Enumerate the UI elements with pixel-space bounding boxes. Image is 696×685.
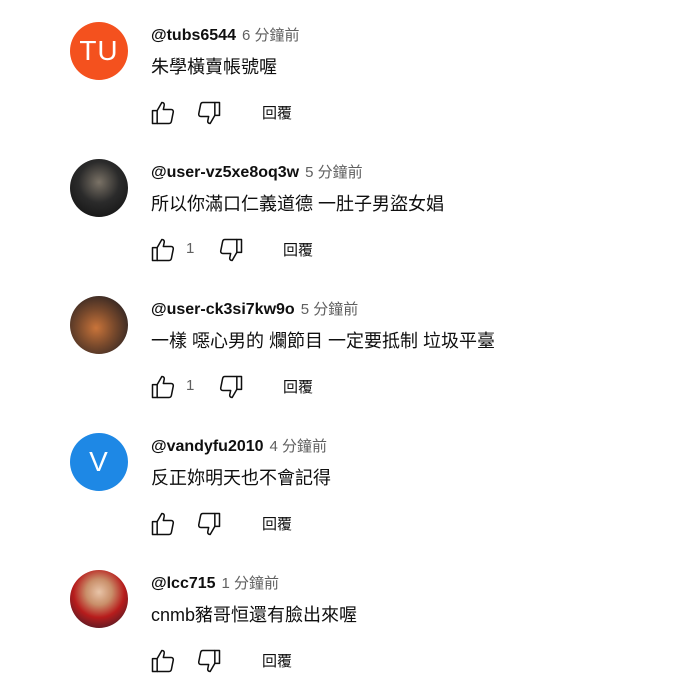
comment-text: cnmb豬哥恒還有臉出來喔 — [151, 605, 358, 625]
like-button[interactable] — [148, 646, 178, 676]
thumbs-down-icon — [197, 101, 221, 125]
comment-item: TU @tubs6544 6 分鐘前 朱學橫賣帳號喔 回覆 — [0, 0, 696, 137]
comment-item: V @vandyfu2010 4 分鐘前 反正妳明天也不會記得 回覆 — [0, 411, 696, 548]
avatar[interactable] — [70, 159, 128, 217]
avatar[interactable] — [70, 570, 128, 628]
reply-button[interactable]: 回覆 — [262, 650, 292, 671]
comment-actions: 回覆 — [148, 509, 548, 539]
comment-header: @user-ck3si7kw9o 5 分鐘前 — [151, 298, 358, 319]
comment-actions: 回覆 — [148, 98, 548, 128]
comment-header: @vandyfu2010 4 分鐘前 — [151, 435, 327, 456]
reply-button[interactable]: 回覆 — [283, 376, 313, 397]
thumbs-up-icon — [151, 101, 175, 125]
comment-time[interactable]: 5 分鐘前 — [301, 301, 359, 318]
comment-header: @tubs6544 6 分鐘前 — [151, 24, 299, 45]
comment-time[interactable]: 5 分鐘前 — [305, 164, 363, 181]
comment-item: @user-vz5xe8oq3w 5 分鐘前 所以你滿口仁義道德 一肚子男盜女娼 … — [0, 137, 696, 274]
thumbs-down-icon — [197, 512, 221, 536]
reply-button[interactable]: 回覆 — [283, 239, 313, 260]
avatar[interactable] — [70, 296, 128, 354]
comment-text: 所以你滿口仁義道德 一肚子男盜女娼 — [151, 194, 444, 214]
avatar[interactable]: V — [70, 433, 128, 491]
comment-actions: 1 回覆 — [148, 235, 548, 265]
like-button[interactable] — [148, 509, 178, 539]
dislike-button[interactable] — [194, 646, 224, 676]
comment-author[interactable]: @tubs6544 — [151, 27, 236, 44]
comment-item: @user-ck3si7kw9o 5 分鐘前 一樣 噁心男的 爛節目 一定要抵制 … — [0, 274, 696, 411]
like-count: 1 — [186, 240, 195, 257]
thumbs-up-icon — [151, 512, 175, 536]
comment-actions: 回覆 — [148, 646, 548, 676]
like-button[interactable] — [148, 372, 178, 402]
comment-text: 朱學橫賣帳號喔 — [151, 57, 277, 77]
like-button[interactable] — [148, 235, 178, 265]
reply-button[interactable]: 回覆 — [262, 513, 292, 534]
dislike-button[interactable] — [194, 509, 224, 539]
thumbs-up-icon — [151, 375, 175, 399]
dislike-button[interactable] — [216, 235, 246, 265]
avatar[interactable]: TU — [70, 22, 128, 80]
like-count: 1 — [186, 377, 195, 394]
comment-header: @lcc715 1 分鐘前 — [151, 572, 279, 593]
comment-author[interactable]: @lcc715 — [151, 575, 216, 592]
like-button[interactable] — [148, 98, 178, 128]
comment-time[interactable]: 1 分鐘前 — [222, 575, 280, 592]
comment-time[interactable]: 6 分鐘前 — [242, 27, 300, 44]
comment-author[interactable]: @user-ck3si7kw9o — [151, 301, 295, 318]
avatar-initials: TU — [79, 35, 119, 66]
comment-author[interactable]: @vandyfu2010 — [151, 438, 264, 455]
dislike-button[interactable] — [194, 98, 224, 128]
dislike-button[interactable] — [216, 372, 246, 402]
thumbs-up-icon — [151, 649, 175, 673]
thumbs-down-icon — [219, 375, 243, 399]
comment-text: 一樣 噁心男的 爛節目 一定要抵制 垃圾平臺 — [151, 331, 496, 351]
reply-button[interactable]: 回覆 — [262, 102, 292, 123]
thumbs-up-icon — [151, 238, 175, 262]
comment-author[interactable]: @user-vz5xe8oq3w — [151, 164, 299, 181]
thumbs-down-icon — [219, 238, 243, 262]
comment-header: @user-vz5xe8oq3w 5 分鐘前 — [151, 161, 363, 182]
comment-time[interactable]: 4 分鐘前 — [270, 438, 328, 455]
comment-actions: 1 回覆 — [148, 372, 548, 402]
thumbs-down-icon — [197, 649, 221, 673]
avatar-initials: V — [89, 446, 109, 477]
comment-item: @lcc715 1 分鐘前 cnmb豬哥恒還有臉出來喔 回覆 — [0, 548, 696, 685]
comment-text: 反正妳明天也不會記得 — [151, 468, 331, 488]
